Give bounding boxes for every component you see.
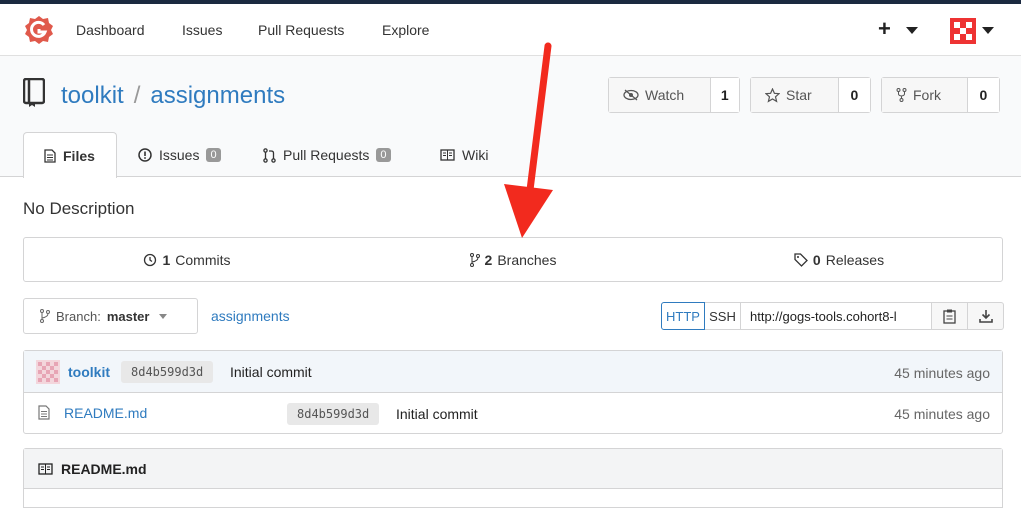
commit-time: 45 minutes ago — [894, 365, 990, 381]
clone-url-group: HTTP SSH http://gogs-tools.cohort8-l — [661, 302, 1004, 330]
navbar: Dashboard Issues Pull Requests Explore + — [0, 4, 1021, 56]
issues-count-badge: 0 — [206, 148, 221, 162]
watch-count[interactable]: 1 — [709, 78, 739, 112]
repo-name-link[interactable]: assignments — [150, 82, 285, 109]
star-count[interactable]: 0 — [837, 78, 870, 112]
commits-count: 1 — [162, 251, 171, 268]
branches-count: 2 — [484, 251, 493, 268]
nav-pull-requests[interactable]: Pull Requests — [258, 22, 344, 38]
copy-url-button[interactable] — [932, 302, 968, 330]
file-commit-message[interactable]: Initial commit — [396, 406, 478, 422]
book-icon — [440, 149, 455, 161]
fork-count[interactable]: 0 — [966, 78, 999, 112]
branches-stat[interactable]: 2 Branches — [350, 238, 676, 281]
repo-description: No Description — [23, 199, 135, 218]
nav-issues[interactable]: Issues — [182, 22, 222, 38]
tab-pull-requests-label: Pull Requests — [283, 147, 370, 163]
repo-book-icon — [23, 78, 45, 107]
book-icon — [38, 462, 53, 475]
fork-label: Fork — [913, 87, 941, 103]
clone-ssh-button[interactable]: SSH — [705, 302, 741, 330]
file-commit-sha-button[interactable]: 8d4b599d3d — [287, 403, 380, 425]
tab-wiki-label: Wiki — [462, 147, 489, 163]
branch-name: master — [106, 308, 150, 324]
releases-label: Releases — [825, 251, 885, 268]
file-text-icon — [44, 148, 56, 163]
plus-icon: + — [878, 16, 891, 41]
tab-issues[interactable]: Issues 0 — [138, 132, 221, 178]
create-new-button[interactable]: + — [878, 16, 891, 42]
pulls-count-badge: 0 — [376, 148, 391, 162]
star-button[interactable]: Star 0 — [750, 77, 871, 113]
releases-stat[interactable]: 0 Releases — [676, 238, 1002, 281]
tab-pull-requests[interactable]: Pull Requests 0 — [263, 132, 391, 178]
commit-sha-button[interactable]: 8d4b599d3d — [121, 361, 214, 383]
tab-files[interactable]: Files — [23, 132, 117, 178]
user-avatar[interactable] — [950, 18, 976, 44]
git-branch-icon — [469, 252, 480, 267]
tab-files-label: Files — [63, 147, 95, 164]
user-menu-caret-icon[interactable] — [982, 27, 994, 34]
repo-header: toolkit / assignments Watch 1 Star 0 Fork … — [0, 56, 1021, 178]
file-list: toolkit 8d4b599d3d Initial commit 45 min… — [23, 350, 1003, 434]
repo-title: toolkit / assignments — [61, 82, 285, 110]
readme-title: README.md — [61, 460, 147, 477]
file-icon — [38, 405, 50, 420]
tag-icon — [794, 252, 808, 267]
breadcrumb-repo-link[interactable]: assignments — [211, 308, 290, 324]
releases-count: 0 — [812, 251, 821, 268]
tab-wiki[interactable]: Wiki — [440, 132, 488, 178]
clone-http-button[interactable]: HTTP — [661, 302, 705, 330]
nav-dashboard[interactable]: Dashboard — [76, 22, 145, 38]
readme-header: README.md — [24, 449, 1002, 489]
git-branch-icon — [40, 309, 50, 323]
branches-label: Branches — [497, 251, 557, 268]
latest-commit-row: toolkit 8d4b599d3d Initial commit 45 min… — [24, 351, 1002, 393]
chevron-down-icon — [159, 313, 168, 319]
star-label: Star — [786, 87, 812, 103]
repo-stats-bar: 1 Commits 2 Branches 0 Releases — [23, 237, 1003, 282]
nav-explore[interactable]: Explore — [382, 22, 429, 38]
clone-url-input[interactable]: http://gogs-tools.cohort8-l — [741, 302, 932, 330]
fork-icon — [896, 88, 907, 102]
repo-separator: / — [133, 82, 141, 109]
branch-selector[interactable]: Branch: master — [23, 298, 198, 334]
watch-label: Watch — [645, 87, 685, 103]
download-button[interactable] — [968, 302, 1004, 330]
issue-opened-icon — [138, 148, 152, 162]
tab-issues-label: Issues — [159, 147, 200, 163]
gogs-logo-icon[interactable] — [24, 15, 54, 45]
commits-label: Commits — [175, 251, 231, 268]
readme-panel: README.md — [23, 448, 1003, 508]
commit-author-avatar[interactable] — [36, 360, 60, 384]
fork-button[interactable]: Fork 0 — [881, 77, 1000, 113]
file-name-link[interactable]: README.md — [64, 405, 147, 421]
branch-prefix: Branch: — [56, 308, 101, 324]
download-icon — [978, 310, 993, 323]
star-icon — [765, 87, 780, 103]
create-caret-icon[interactable] — [906, 27, 918, 34]
eye-slash-icon — [623, 89, 639, 101]
watch-button[interactable]: Watch 1 — [608, 77, 740, 113]
commits-stat[interactable]: 1 Commits — [24, 238, 350, 281]
pull-request-icon — [263, 147, 276, 163]
file-row: README.md 8d4b599d3d Initial commit 45 m… — [24, 393, 1002, 434]
commit-author-link[interactable]: toolkit — [68, 364, 110, 380]
clipboard-icon — [943, 309, 956, 324]
repo-owner-link[interactable]: toolkit — [61, 82, 124, 109]
commit-message: Initial commit — [230, 364, 312, 380]
history-icon — [144, 253, 157, 266]
file-commit-time: 45 minutes ago — [894, 406, 990, 422]
